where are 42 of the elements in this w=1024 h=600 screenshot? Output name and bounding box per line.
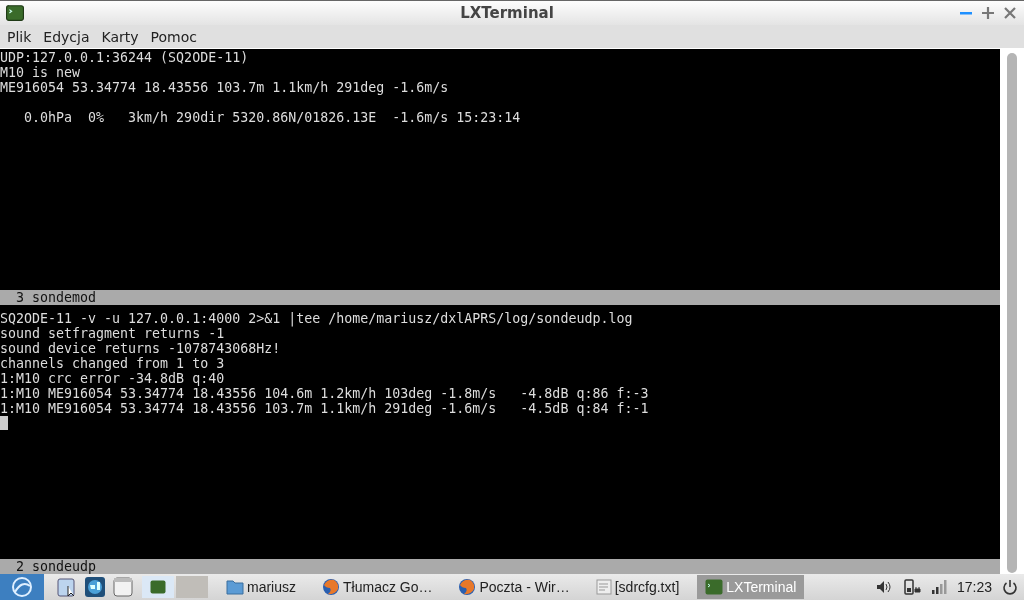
- terminal-icon: [705, 579, 724, 595]
- scrollbar[interactable]: [1000, 49, 1024, 574]
- terminal-line: SQ2ODE-11 -v -u 127.0.0.1:4000 2>&1 |tee /home/mariusz/dxlAPRS/log/sondeudp.log: [0, 311, 634, 326]
- terminal-line: ME916054 53.34774 18.43556 103.7m 1.1km/h 291deg -1.6m/s: [0, 80, 450, 95]
- status-bar: 2 sondeudp: [0, 559, 1000, 574]
- terminal-line: 0.0hPa 0% 3km/h 290dir 5320.86N/01826.13E -1.6m/s 15:23:14: [23, 110, 522, 125]
- task-button[interactable]: Tłumacz Go…: [314, 575, 441, 599]
- menu-item[interactable]: Karty: [96, 28, 144, 45]
- browser-icon: [458, 578, 477, 596]
- terminal-line: 1:M10 ME916054 53.34774 18.43556 103.7m 1.1km/h 291deg -1.6m/s -4.5dB q:84 f:-1: [0, 401, 650, 416]
- menu-item[interactable]: Plik: [2, 28, 37, 45]
- task-button[interactable]: Poczta - Wir…: [450, 575, 578, 599]
- terminal-icon: [150, 580, 166, 594]
- maximize-icon[interactable]: [982, 7, 994, 19]
- menu-item[interactable]: Pomoc: [145, 28, 202, 45]
- signal-icon[interactable]: [930, 579, 947, 595]
- terminal-line: sound device returns -1078743068Hz!: [0, 341, 282, 356]
- terminal-line: channels changed from 1 to 3: [0, 356, 226, 371]
- folder-icon: [226, 579, 244, 595]
- battery-icon[interactable]: [902, 578, 921, 596]
- workspace-button[interactable]: [142, 576, 174, 598]
- window-title: LXTerminal: [459, 4, 554, 22]
- terminal-icon: [6, 5, 24, 21]
- task-button[interactable]: mariusz: [218, 575, 304, 599]
- menu-item[interactable]: Edycja: [38, 28, 95, 45]
- clock[interactable]: 17:23: [956, 579, 992, 595]
- file-manager-icon[interactable]: [56, 576, 78, 598]
- terminal-line: 1:M10 crc error -34.8dB q:40: [0, 371, 226, 386]
- browser-icon: [322, 578, 340, 596]
- volume-icon[interactable]: [874, 579, 893, 595]
- close-icon[interactable]: [1004, 7, 1016, 19]
- power-icon[interactable]: [1002, 579, 1018, 595]
- terminal-line: M10 is new: [0, 65, 82, 80]
- terminal-line: 1:M10 ME916054 53.34774 18.43556 104.6m 1.2km/h 103deg -1.8m/s -4.8dB q:86 f:-3: [0, 386, 650, 401]
- terminal-line: sound setfragment returns -1: [0, 326, 226, 341]
- text-file-icon: [595, 579, 612, 595]
- start-button[interactable]: [0, 574, 44, 600]
- globe-icon[interactable]: [84, 576, 106, 598]
- window-icon[interactable]: [112, 576, 134, 598]
- status-bar: 3 sondemod: [0, 290, 1000, 305]
- terminal-line: UDP:127.0.0.1:36244 (SQ2ODE-11): [0, 50, 250, 65]
- task-button[interactable]: [sdrcfg.txt]: [587, 575, 688, 599]
